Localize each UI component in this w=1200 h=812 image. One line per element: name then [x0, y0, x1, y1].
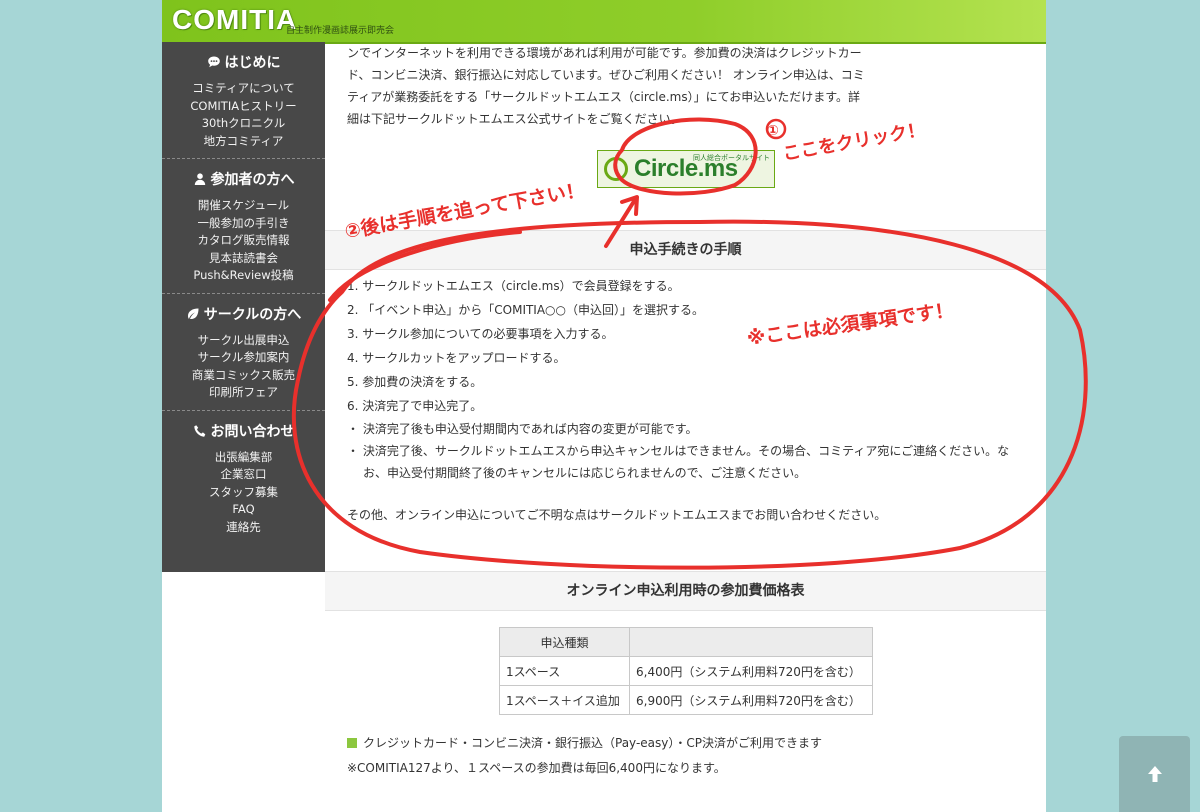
- phone-icon: [193, 424, 205, 437]
- intro-paragraph: ンでインターネットを利用できる環境があれば利用が可能です。参加費の決済はクレジッ…: [347, 46, 865, 126]
- main-content: ンでインターネットを利用できる環境があれば利用が可能です。参加費の決済はクレジッ…: [325, 42, 1046, 812]
- inquiry-text: その他、オンライン申込についてご不明な点はサークルドットエムエスまでお問い合わせ…: [347, 508, 887, 522]
- sidebar-link-chronicle[interactable]: 30thクロニクル: [162, 115, 325, 133]
- procedure-title: 申込手続きの手順: [325, 230, 1046, 270]
- sidebar-section-contact: お問い合わせ 出張編集部 企業窓口 スタッフ募集 FAQ 連絡先: [162, 411, 325, 545]
- table-cell: 6,400円（システム利用料720円を含む）: [629, 656, 873, 686]
- step-item: 1. サークルドットエムエス（circle.ms）で会員登録をする。: [347, 279, 680, 293]
- step-item: 2. 「イベント申込」から「COMITIA○○（申込回）」を選択する。: [347, 303, 705, 317]
- sidebar-link-print-fair[interactable]: 印刷所フェア: [162, 384, 325, 402]
- person-icon: [194, 173, 205, 185]
- sidebar-link-catalog[interactable]: カタログ販売情報: [162, 232, 325, 250]
- note-item: ・ 決済完了後、サークルドットエムエスから申込キャンセルはできません。その場合、…: [347, 444, 1010, 480]
- sidebar-link-contact[interactable]: 連絡先: [162, 519, 325, 537]
- sidebar-heading-participants: 参加者の方へ: [210, 172, 295, 188]
- table-header-cell: 申込種類: [499, 627, 630, 657]
- circle-ms-banner-subtitle: 同人総合ポータルサイト: [693, 154, 770, 162]
- sidebar-link-exhibit[interactable]: サークル出展申込: [162, 332, 325, 350]
- sidebar: はじめに コミティアについて COMITIAヒストリー 30thクロニクル 地方…: [162, 42, 325, 572]
- sidebar-link-about[interactable]: コミティアについて: [162, 80, 325, 98]
- price-note: ※COMITIA127より、１スペースの参加費は毎回6,400円になります。: [347, 761, 726, 775]
- price-table: 申込種類 1スペース 6,400円（システム利用料720円を含む） 1スペース＋…: [499, 627, 873, 715]
- circle-ms-banner[interactable]: Circle.ms 同人総合ポータルサイト: [597, 150, 775, 188]
- speech-bubble-icon: [207, 56, 220, 68]
- step-item: 5. 参加費の決済をする。: [347, 375, 483, 389]
- table-cell: 1スペース: [499, 656, 630, 686]
- sidebar-heading-contact: お問い合わせ: [210, 423, 295, 440]
- table-cell: 1スペース＋イス追加: [499, 685, 630, 715]
- table-header-cell: [629, 627, 873, 657]
- sidebar-link-corporate[interactable]: 企業窓口: [162, 466, 325, 484]
- step-item: 3. サークル参加についての必要事項を入力する。: [347, 327, 614, 341]
- arrow-up-icon: [1147, 766, 1162, 782]
- sidebar-link-guide[interactable]: 一般参加の手引き: [162, 215, 325, 233]
- table-header-row: 申込種類: [499, 627, 873, 657]
- leaf-icon: [187, 308, 199, 319]
- square-bullet-icon: [347, 737, 357, 748]
- site-header: COMITIA 自主制作漫画誌展示即売会: [162, 0, 1046, 44]
- table-row: 1スペース 6,400円（システム利用料720円を含む）: [499, 656, 873, 686]
- sidebar-section-participants: 参加者の方へ 開催スケジュール 一般参加の手引き カタログ販売情報 見本誌読書会…: [162, 159, 325, 294]
- step-item: 4. サークルカットをアップロードする。: [347, 351, 566, 365]
- procedure-steps: 1. サークルドットエムエス（circle.ms）で会員登録をする。 2. 「イ…: [347, 274, 1027, 418]
- sidebar-link-review[interactable]: Push&Review投稿: [162, 267, 325, 285]
- sidebar-section-circle: サークルの方へ サークル出展申込 サークル参加案内 商業コミックス販売 印刷所フ…: [162, 294, 325, 411]
- sidebar-heading-circle: サークルの方へ: [203, 306, 302, 323]
- sidebar-link-circle-guide[interactable]: サークル参加案内: [162, 349, 325, 367]
- sidebar-link-staff[interactable]: スタッフ募集: [162, 484, 325, 502]
- sidebar-link-reading[interactable]: 見本誌読書会: [162, 250, 325, 268]
- sidebar-link-regional[interactable]: 地方コミティア: [162, 133, 325, 151]
- sidebar-link-editorial[interactable]: 出張編集部: [162, 449, 325, 467]
- sidebar-link-history[interactable]: COMITIAヒストリー: [162, 98, 325, 116]
- sidebar-heading-intro: はじめに: [224, 55, 281, 71]
- back-to-top-button[interactable]: [1119, 736, 1190, 812]
- sidebar-section-intro: はじめに コミティアについて COMITIAヒストリー 30thクロニクル 地方…: [162, 42, 325, 159]
- sidebar-link-faq[interactable]: FAQ: [162, 501, 325, 519]
- circle-ms-logo-icon: [604, 157, 628, 181]
- site-container: COMITIA 自主制作漫画誌展示即売会 はじめに コミティアについて COMI…: [162, 0, 1046, 812]
- sidebar-link-comics[interactable]: 商業コミックス販売: [162, 367, 325, 385]
- step-item: 6. 決済完了で申込完了。: [347, 399, 483, 413]
- site-tagline: 自主制作漫画誌展示即売会: [286, 26, 395, 36]
- note-item: ・ 決済完了後も申込受付期間内であれば内容の変更が可能です。: [347, 422, 698, 436]
- payment-methods: クレジットカード・コンビニ決済・銀行振込（Pay-easy）・CP決済がご利用で…: [347, 734, 822, 751]
- comitia-logo[interactable]: COMITIA: [172, 4, 297, 36]
- sidebar-link-schedule[interactable]: 開催スケジュール: [162, 197, 325, 215]
- table-cell: 6,900円（システム利用料720円を含む）: [629, 685, 873, 715]
- procedure-notes: ・ 決済完了後も申込受付期間内であれば内容の変更が可能です。 ・ 決済完了後、サ…: [347, 418, 1027, 484]
- price-title: オンライン申込利用時の参加費価格表: [325, 571, 1046, 611]
- table-row: 1スペース＋イス追加 6,900円（システム利用料720円を含む）: [499, 685, 873, 715]
